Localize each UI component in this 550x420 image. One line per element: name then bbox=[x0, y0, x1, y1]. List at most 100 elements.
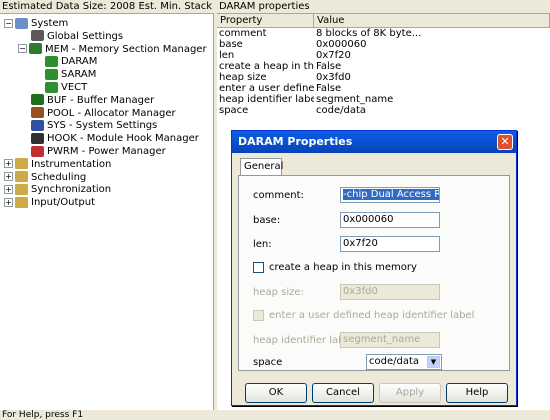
folder-icon bbox=[15, 171, 28, 183]
heap-id-field[interactable]: segment_name bbox=[340, 332, 440, 348]
space-label: space bbox=[253, 357, 283, 368]
memory-segment-icon bbox=[45, 68, 58, 80]
property-name: enter a user define... bbox=[219, 83, 314, 94]
tree-item-label: Scheduling bbox=[31, 171, 87, 183]
tree-item[interactable]: + Synchronization bbox=[4, 183, 111, 196]
tree-item-label: Instrumentation bbox=[31, 158, 112, 170]
property-value: 0x7f20 bbox=[316, 50, 351, 61]
buffer-icon bbox=[31, 94, 44, 106]
collapse-icon[interactable]: − bbox=[4, 18, 13, 28]
property-value: 8 blocks of 8K byte... bbox=[316, 28, 422, 39]
tree-item[interactable]: Global Settings bbox=[18, 30, 123, 43]
heap-size-field[interactable]: 0x3fd0 bbox=[340, 284, 440, 300]
tree-item-label: VECT bbox=[61, 82, 88, 93]
memory-segment-icon bbox=[45, 55, 58, 67]
hook-icon bbox=[31, 132, 44, 144]
ok-button[interactable]: OK bbox=[245, 383, 307, 403]
property-name: base bbox=[219, 39, 243, 50]
user-heap-label-checkbox[interactable] bbox=[253, 310, 264, 321]
folder-icon bbox=[15, 196, 28, 208]
tree-item-label: POOL - Allocator Manager bbox=[47, 107, 176, 119]
tree-item[interactable]: + Scheduling bbox=[4, 171, 86, 184]
property-value: False bbox=[316, 83, 342, 94]
system-icon bbox=[15, 17, 28, 29]
tree-item-label: Synchronization bbox=[31, 184, 112, 196]
tree-item[interactable]: + Instrumentation bbox=[4, 158, 111, 171]
tree-item-label: Input/Output bbox=[31, 197, 95, 209]
pool-icon bbox=[31, 107, 44, 119]
power-icon bbox=[31, 145, 44, 157]
tree-item-label: DARAM bbox=[61, 56, 98, 68]
tree-item[interactable]: VECT bbox=[32, 81, 87, 94]
expand-icon[interactable]: + bbox=[4, 184, 13, 194]
left-pane-header: Estimated Data Size: 2008 Est. Min. Stac… bbox=[0, 0, 214, 14]
space-select[interactable]: code/data ▼ bbox=[366, 354, 442, 370]
comment-value: -chip Dual Access RAM bbox=[343, 189, 439, 200]
create-heap-checkbox[interactable] bbox=[253, 262, 264, 273]
status-bar: For Help, press F1 bbox=[0, 410, 550, 420]
tree-item[interactable]: BUF - Buffer Manager bbox=[18, 94, 154, 107]
property-name: heap identifier label bbox=[219, 94, 314, 105]
tree-item-label: MEM - Memory Section Manager bbox=[45, 43, 207, 55]
dialog-titlebar[interactable]: DARAM Properties ✕ bbox=[232, 131, 516, 153]
property-row[interactable]: comment 8 blocks of 8K byte... bbox=[217, 28, 550, 39]
tree-item-label: System bbox=[31, 18, 69, 29]
tree-item[interactable]: − MEM - Memory Section Manager bbox=[18, 43, 207, 56]
column-header-value[interactable]: Value bbox=[314, 14, 550, 27]
tree-item[interactable]: HOOK - Module Hook Manager bbox=[18, 132, 199, 145]
base-field[interactable]: 0x000060 bbox=[340, 212, 440, 228]
general-tab-panel: comment: -chip Dual Access RAM base: 0x0… bbox=[238, 175, 510, 371]
property-row[interactable]: heap identifier label segment_name bbox=[217, 94, 550, 105]
memory-segment-icon bbox=[45, 81, 58, 93]
property-table-header: Property Value bbox=[217, 14, 550, 28]
property-value: False bbox=[316, 61, 342, 72]
property-row[interactable]: len 0x7f20 bbox=[217, 50, 550, 61]
heap-size-label: heap size: bbox=[253, 287, 304, 298]
property-row[interactable]: base 0x000060 bbox=[217, 39, 550, 50]
chevron-down-icon[interactable]: ▼ bbox=[427, 356, 440, 368]
expand-icon[interactable]: + bbox=[4, 197, 13, 207]
tree-item-label: HOOK - Module Hook Manager bbox=[47, 133, 199, 145]
create-heap-label: create a heap in this memory bbox=[269, 262, 417, 273]
cancel-button[interactable]: Cancel bbox=[312, 383, 374, 403]
tree-item[interactable]: PWRM - Power Manager bbox=[18, 145, 166, 158]
property-value: code/data bbox=[316, 105, 367, 116]
apply-button[interactable]: Apply bbox=[379, 383, 441, 403]
close-button[interactable]: ✕ bbox=[497, 134, 513, 150]
tree-item[interactable]: − System bbox=[4, 17, 68, 30]
tree-item[interactable]: + Input/Output bbox=[4, 196, 95, 209]
settings-icon bbox=[31, 119, 44, 131]
property-name: heap size bbox=[219, 72, 267, 83]
config-tree[interactable]: − System Global Settings − MEM - Memory Sect… bbox=[0, 14, 214, 410]
memory-icon bbox=[29, 43, 42, 55]
user-heap-label-text: enter a user defined heap identifier lab… bbox=[269, 310, 475, 321]
column-header-property[interactable]: Property bbox=[217, 14, 314, 27]
tree-item-label: SARAM bbox=[61, 69, 97, 81]
comment-label: comment: bbox=[253, 190, 304, 201]
folder-icon bbox=[15, 183, 28, 195]
tree-item[interactable]: DARAM bbox=[32, 55, 98, 69]
property-row[interactable]: space code/data bbox=[217, 105, 550, 116]
dialog-title: DARAM Properties bbox=[238, 135, 353, 148]
tree-item[interactable]: POOL - Allocator Manager bbox=[18, 107, 176, 120]
expand-icon[interactable]: + bbox=[4, 172, 13, 182]
property-name: len bbox=[219, 50, 235, 61]
tree-item[interactable]: SARAM bbox=[32, 68, 96, 81]
comment-field[interactable]: -chip Dual Access RAM bbox=[340, 187, 440, 203]
property-table: Property Value comment 8 blocks of 8K byt… bbox=[217, 14, 550, 116]
property-name: space bbox=[219, 105, 249, 116]
property-name: comment bbox=[219, 28, 267, 39]
help-button[interactable]: Help bbox=[446, 383, 508, 403]
len-field[interactable]: 0x7f20 bbox=[340, 236, 440, 252]
tree-item-label: Global Settings bbox=[47, 30, 124, 42]
collapse-icon[interactable]: − bbox=[18, 44, 27, 54]
property-row[interactable]: create a heap in thi...False bbox=[217, 61, 550, 72]
base-label: base: bbox=[253, 215, 281, 226]
property-row[interactable]: heap size 0x3fd0 bbox=[217, 72, 550, 83]
tab-general[interactable]: General bbox=[240, 158, 283, 176]
property-row[interactable]: enter a user define... False bbox=[217, 83, 550, 94]
len-label: len: bbox=[253, 239, 272, 250]
tree-item[interactable]: SYS - System Settings bbox=[18, 119, 157, 132]
daram-properties-dialog: DARAM Properties ✕ General comment: -chi… bbox=[231, 130, 517, 406]
expand-icon[interactable]: + bbox=[4, 159, 13, 169]
